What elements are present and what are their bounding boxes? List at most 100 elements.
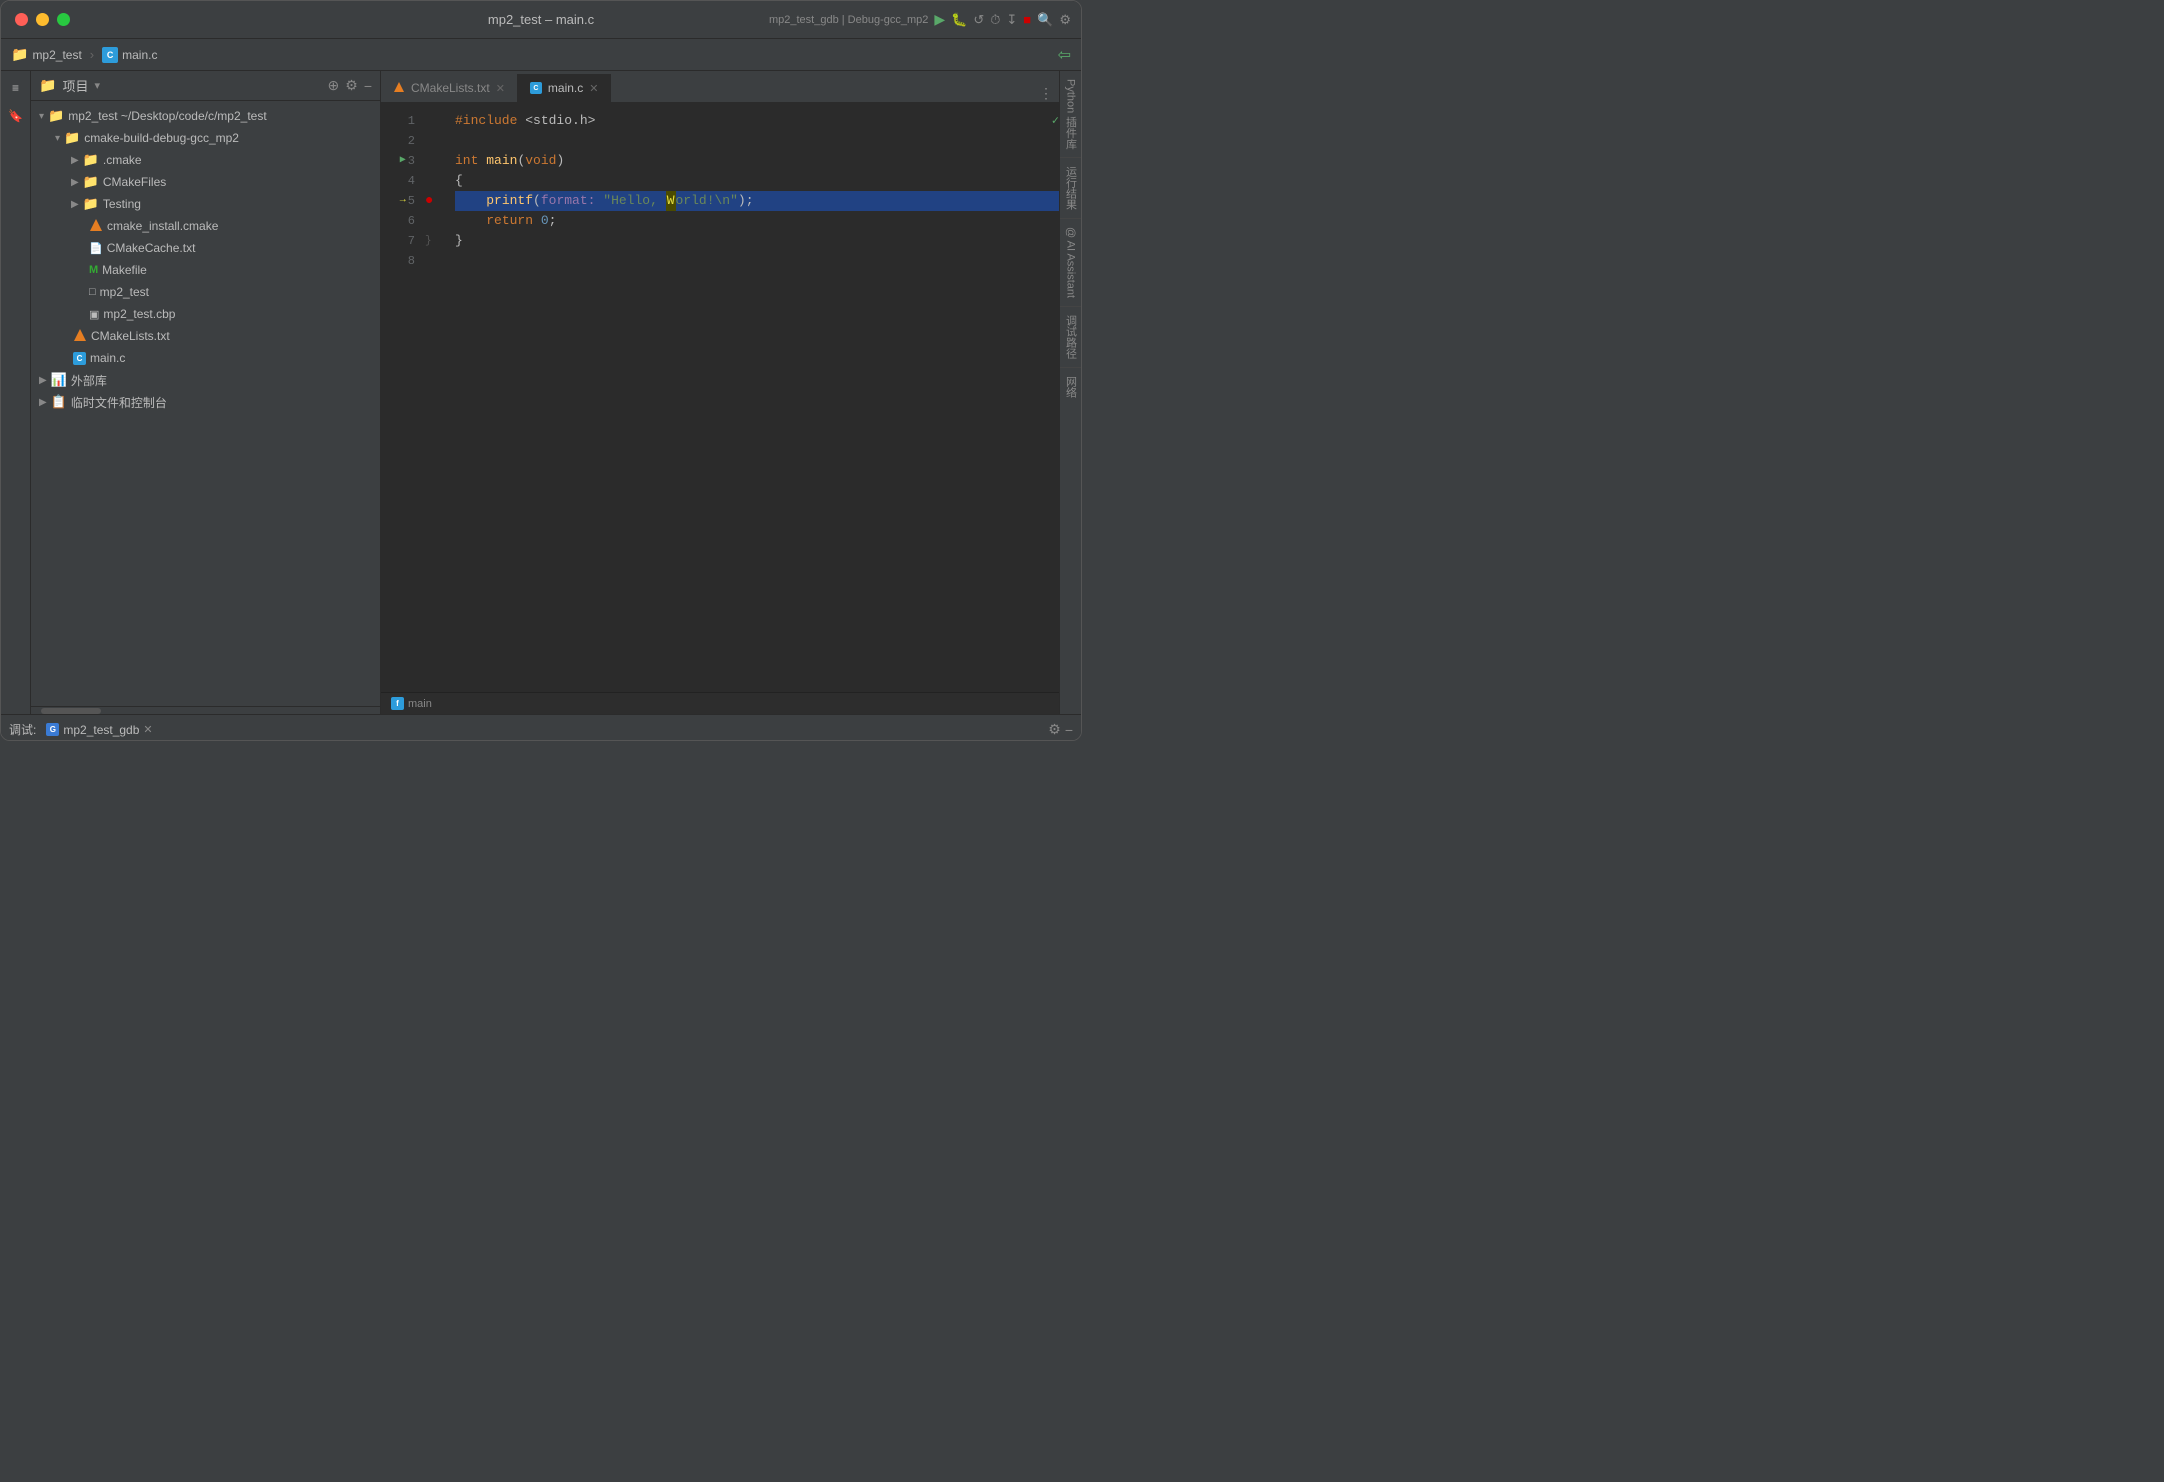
makefile-icon: M <box>89 264 98 276</box>
debug-settings-icon[interactable]: ⚙ <box>1048 721 1061 738</box>
debug-minimize-icon[interactable]: − <box>1065 722 1073 738</box>
tree-root[interactable]: ▾ 📁 mp2_test ~/Desktop/code/c/mp2_test <box>31 105 380 127</box>
mainc-icon: C <box>73 352 86 365</box>
toolbar-icon-2[interactable]: ⏱ <box>990 12 1000 28</box>
debug-icon[interactable]: 🐛 <box>951 12 967 28</box>
tree-makefile[interactable]: M Makefile <box>31 259 380 281</box>
breadcrumb-bar: 📁 mp2_test › C main.c ⇦ <box>1 39 1081 71</box>
project-add-icon[interactable]: ⊕ <box>328 77 340 94</box>
network-panel-label[interactable]: 网络 <box>1063 368 1079 406</box>
gutter-1 <box>425 111 445 131</box>
code-line-5: printf ( format: "Hello, W orld!\n" ); <box>455 191 1059 211</box>
debug-panel-right-label[interactable]: 调试路径 <box>1063 307 1079 367</box>
project-scrollbar[interactable] <box>31 706 380 714</box>
code-line-1: #include <stdio.h> ✓ <box>455 111 1059 131</box>
tree-mp2-exe[interactable]: □ mp2_test <box>31 281 380 303</box>
brace-marker: } <box>425 235 432 247</box>
toolbar-icon-1[interactable]: ↺ <box>973 12 984 28</box>
cmakelists-icon <box>73 328 87 345</box>
tree-testing[interactable]: ▶ 📁 Testing <box>31 193 380 215</box>
cmake-install-icon <box>89 218 103 235</box>
window-controls[interactable] <box>15 13 70 26</box>
breakpoint-icon[interactable]: ● <box>425 193 433 209</box>
cmakecache-label: CMakeCache.txt <box>107 241 196 255</box>
tree-external-libs[interactable]: ▶ 📊 外部库 <box>31 369 380 391</box>
window-title: mp2_test – main.c <box>488 12 594 27</box>
left-sidebar: ≡ 🔖 <box>1 71 31 714</box>
line-num-7: 7 <box>381 231 415 251</box>
code-area[interactable]: #include <stdio.h> ✓ int main ( void ) { <box>445 103 1059 692</box>
tab-mainc[interactable]: C main.c ✕ <box>518 74 612 102</box>
search-icon[interactable]: 🔍 <box>1037 12 1053 28</box>
code-line-4: { <box>455 171 1059 191</box>
tab-mainc-close[interactable]: ✕ <box>589 82 598 95</box>
temp-files-arrow: ▶ <box>39 397 47 408</box>
gutter-7: } <box>425 231 445 251</box>
run-icon[interactable]: ▶ <box>934 11 945 28</box>
debug-session-close[interactable]: ✕ <box>143 723 152 736</box>
project-panel: 📁 项目 ▾ ⊕ ⚙ − ▾ 📁 mp2_test ~/Desktop/code… <box>31 71 381 714</box>
external-libs-icon: 📊 <box>51 372 67 388</box>
run-panel-label[interactable]: 运行结果 <box>1063 158 1079 218</box>
debug-tabs-bar: 调试: G mp2_test_gdb ✕ ⚙ − <box>1 715 1081 741</box>
minimize-button[interactable] <box>36 13 49 26</box>
tree-cmake-hidden[interactable]: ▶ 📁 .cmake <box>31 149 380 171</box>
editor-more-icon[interactable]: ⋮ <box>1033 85 1059 102</box>
debug-session-tab[interactable]: G mp2_test_gdb <box>46 723 139 737</box>
tab-cmakelists-close[interactable]: ✕ <box>496 82 505 95</box>
line-num-5: 5 <box>408 191 415 211</box>
tree-cmake-install[interactable]: cmake_install.cmake <box>31 215 380 237</box>
python-panel-label[interactable]: Python 插件库 <box>1063 71 1079 157</box>
tab-cmakelists-icon <box>393 81 405 96</box>
cmake-install-label: cmake_install.cmake <box>107 219 218 233</box>
maximize-button[interactable] <box>57 13 70 26</box>
temp-files-label: 临时文件和控制台 <box>71 394 167 411</box>
editor-breadcrumb-bottom: f main <box>381 692 1059 714</box>
main-layout: ≡ 🔖 📁 项目 ▾ ⊕ ⚙ − ▾ 📁 mp2_test ~/Desktop/… <box>1 71 1081 714</box>
code-line-8 <box>455 251 1059 271</box>
nav-back-icon[interactable]: ⇦ <box>1058 45 1071 65</box>
tab-mainc-icon: C <box>530 82 542 94</box>
code-line-2 <box>455 131 1059 151</box>
breadcrumb-function: main <box>408 698 432 710</box>
tree-mainc[interactable]: C main.c <box>31 347 380 369</box>
cmake-hidden-label: .cmake <box>103 153 142 167</box>
stop-icon[interactable]: ■ <box>1023 12 1031 27</box>
editor-tabs: CMakeLists.txt ✕ C main.c ✕ ⋮ <box>381 71 1059 103</box>
project-collapse-icon[interactable]: − <box>364 78 372 94</box>
tree-cmakelists[interactable]: CMakeLists.txt <box>31 325 380 347</box>
breadcrumb-file[interactable]: C main.c <box>102 47 157 63</box>
project-scrollbar-thumb[interactable] <box>41 708 101 714</box>
editor-content: 1 2 ▶ 3 4 → 5 6 7 8 <box>381 103 1059 692</box>
project-expand-icon[interactable]: ▾ <box>94 79 100 92</box>
testing-arrow: ▶ <box>71 199 79 210</box>
bookmark-icon[interactable]: 🔖 <box>4 104 28 128</box>
mp2-exe-icon: □ <box>89 286 96 298</box>
tree-cmakefiles[interactable]: ▶ 📁 CMakeFiles <box>31 171 380 193</box>
code-line-3: int main ( void ) <box>455 151 1059 171</box>
line1-checkmark: ✓ <box>1052 111 1059 131</box>
project-title: 项目 <box>62 76 88 95</box>
close-button[interactable] <box>15 13 28 26</box>
ai-assistant-label[interactable]: @ AI Assistant <box>1065 219 1077 306</box>
root-arrow: ▾ <box>39 111 44 122</box>
cmake-build-arrow: ▾ <box>55 133 60 144</box>
cmake-hidden-arrow: ▶ <box>71 155 79 166</box>
makefile-label: Makefile <box>102 263 147 277</box>
tree-cmake-build[interactable]: ▾ 📁 cmake-build-debug-gcc_mp2 <box>31 127 380 149</box>
gutter-2 <box>425 131 445 151</box>
line-num-2: 2 <box>381 131 415 151</box>
tree-temp-files[interactable]: ▶ 📋 临时文件和控制台 <box>31 391 380 413</box>
toolbar-icon-3[interactable]: ↧ <box>1006 12 1017 28</box>
gutter: ● } <box>425 103 445 692</box>
tree-cmakecache[interactable]: 📄 CMakeCache.txt <box>31 237 380 259</box>
settings-icon[interactable]: ⚙ <box>1059 12 1071 28</box>
breadcrumb-project[interactable]: 📁 mp2_test <box>11 46 82 63</box>
external-libs-arrow: ▶ <box>39 375 47 386</box>
testing-folder-icon: 📁 <box>83 196 99 212</box>
line-num-1: 1 <box>381 111 415 131</box>
tree-mp2-cbp[interactable]: ▣ mp2_test.cbp <box>31 303 380 325</box>
project-settings-icon[interactable]: ⚙ <box>345 77 358 94</box>
project-icon[interactable]: ≡ <box>4 76 28 100</box>
tab-cmakelists[interactable]: CMakeLists.txt ✕ <box>381 74 518 102</box>
